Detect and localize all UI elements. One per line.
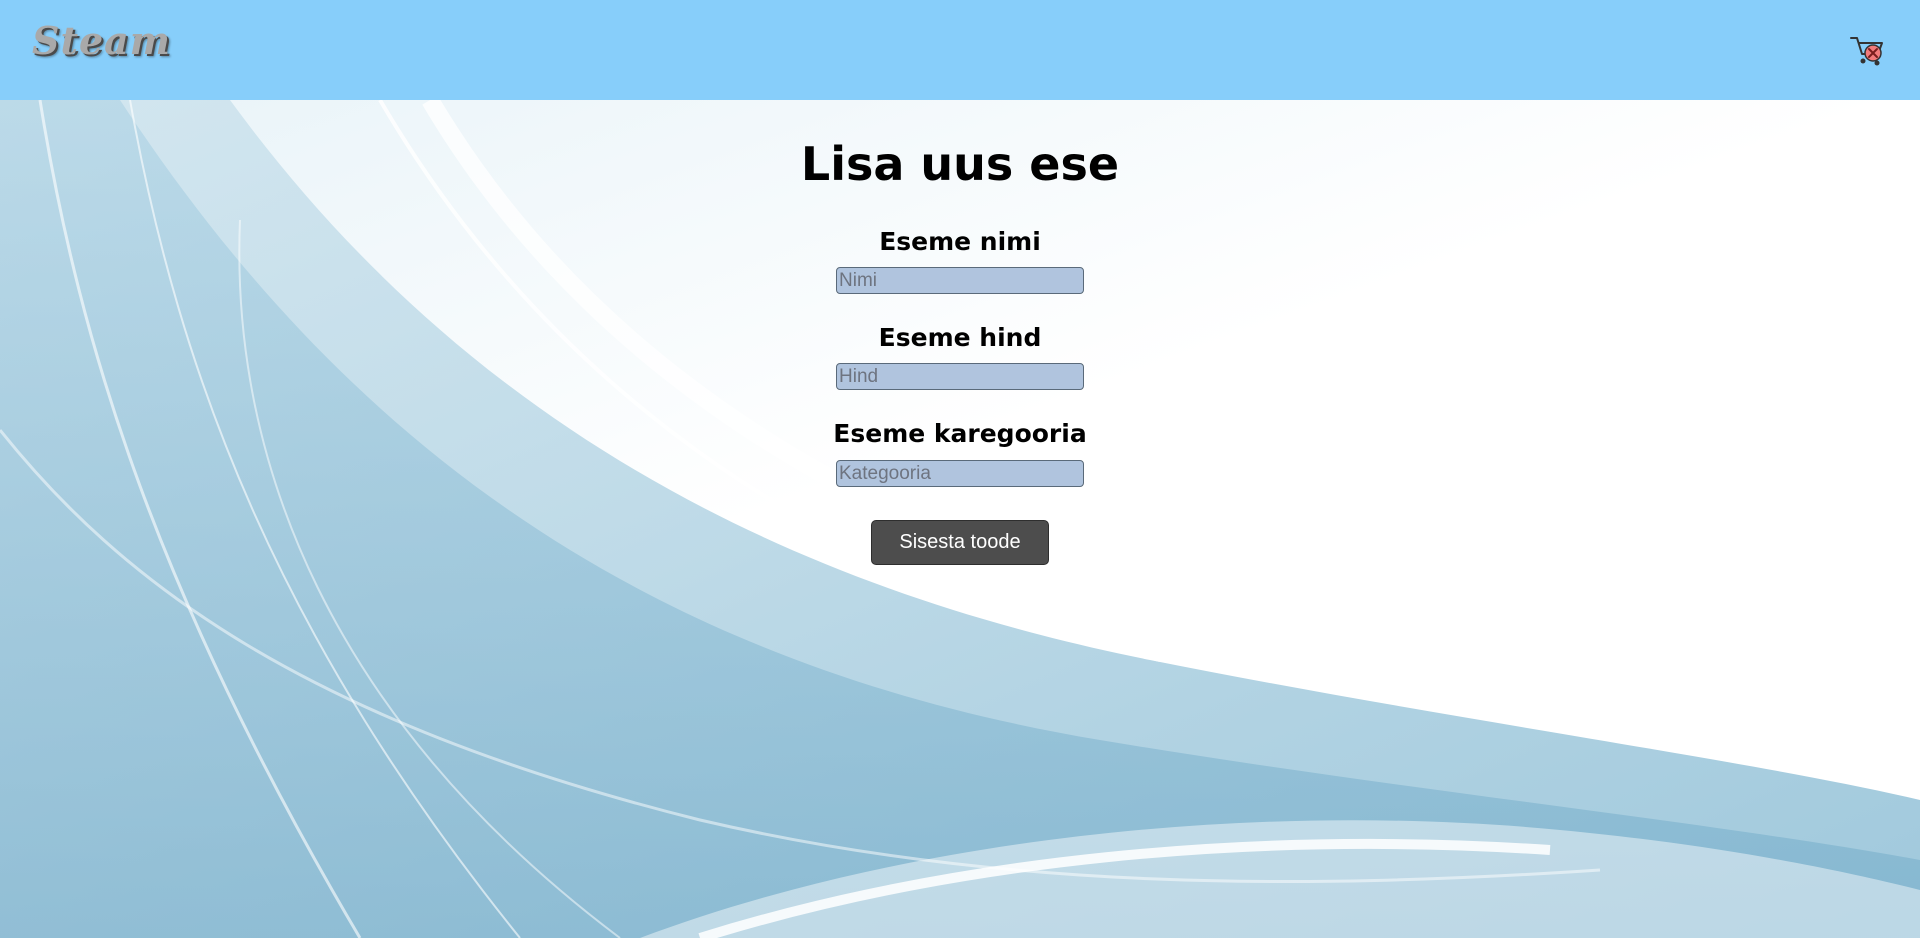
cart-icon-graphic	[1850, 37, 1883, 66]
item-category-label: Eseme karegooria	[833, 419, 1087, 448]
item-price-input[interactable]	[836, 363, 1084, 390]
item-name-label: Eseme nimi	[879, 227, 1041, 256]
main-content: Lisa uus ese Eseme nimi Eseme hind Eseme…	[0, 100, 1920, 938]
submit-button[interactable]: Sisesta toode	[871, 520, 1049, 565]
item-name-input[interactable]	[836, 267, 1084, 294]
page-title: Lisa uus ese	[800, 137, 1120, 191]
cart-icon[interactable]	[1850, 34, 1886, 66]
item-price-label: Eseme hind	[878, 323, 1042, 352]
item-category-input[interactable]	[836, 460, 1084, 487]
top-header: Steam	[0, 0, 1920, 100]
steam-logo[interactable]: Steam	[32, 18, 171, 63]
